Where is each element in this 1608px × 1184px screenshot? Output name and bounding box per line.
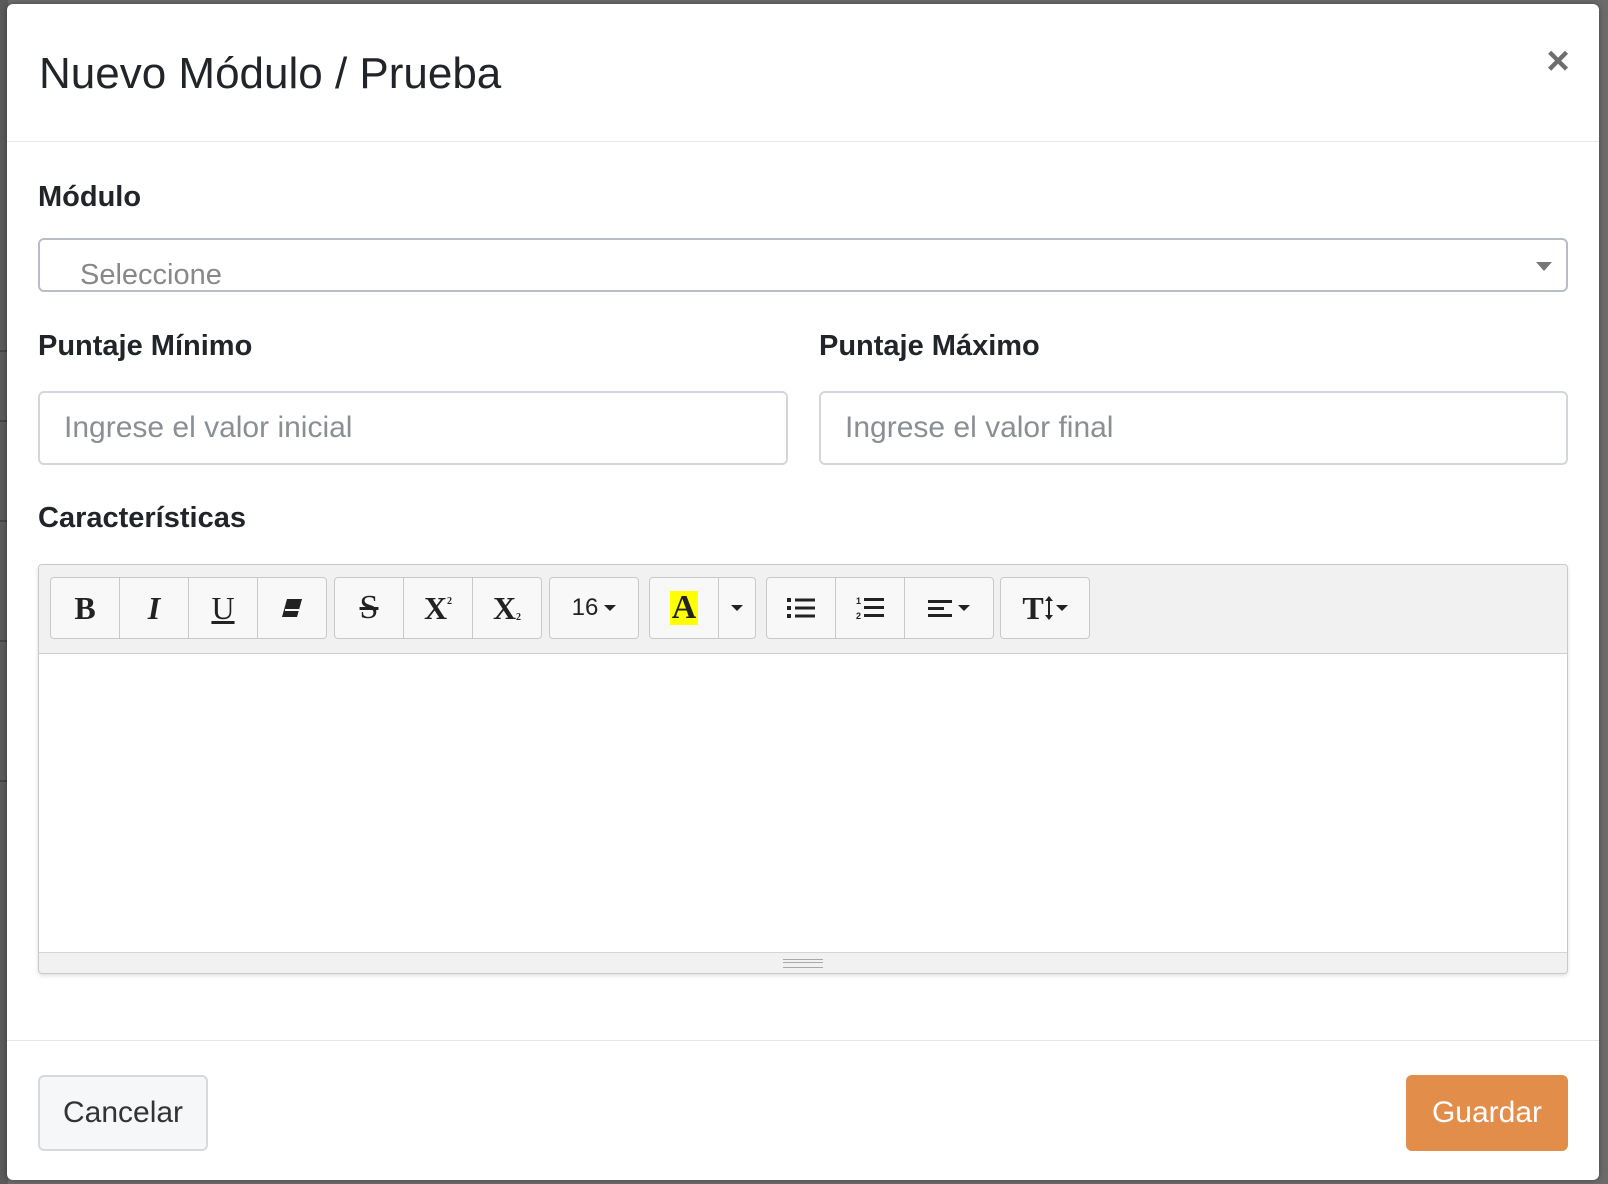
italic-button[interactable]: I <box>119 577 189 639</box>
min-score-label: Puntaje Mínimo <box>38 330 253 362</box>
unordered-list-icon <box>787 598 815 618</box>
subscript-icon: X <box>492 590 517 626</box>
max-score-input[interactable] <box>819 391 1568 465</box>
height-button-group: T <box>1000 577 1090 639</box>
unordered-list-button[interactable] <box>766 577 836 639</box>
new-module-modal: Nuevo Módulo / Prueba × Módulo Seleccion… <box>7 4 1599 1180</box>
module-label: Módulo <box>38 181 142 213</box>
strikethrough-button[interactable]: S <box>334 577 404 639</box>
strikethrough-icon: S <box>359 589 379 626</box>
module-select-placeholder: Seleccione <box>80 259 222 291</box>
superscript-button[interactable]: X2 <box>403 577 473 639</box>
line-height-dropdown-icon: T <box>1022 590 1044 626</box>
grip-icon <box>783 959 823 968</box>
ordered-list-button[interactable]: 1 2 <box>835 577 905 639</box>
close-icon[interactable]: × <box>1541 41 1575 81</box>
chevron-down-icon <box>1536 262 1552 271</box>
font-size-dropdown[interactable]: 16 <box>549 577 639 639</box>
align-dropdown-icon <box>928 600 952 617</box>
underline-icon: U <box>211 590 235 626</box>
subscript-button[interactable]: X2 <box>472 577 542 639</box>
text-color-button[interactable]: A <box>649 577 719 639</box>
underline-button[interactable]: U <box>188 577 258 639</box>
eraser-icon <box>282 599 302 617</box>
min-score-input[interactable] <box>38 391 788 465</box>
color-button-group: A <box>649 577 756 639</box>
color-dropdown-button[interactable] <box>718 577 756 639</box>
color-dropdown-caret-icon <box>731 605 743 611</box>
clear-format-button[interactable] <box>257 577 327 639</box>
bold-icon: B <box>74 590 96 626</box>
modal-title: Nuevo Módulo / Prueba <box>39 49 502 98</box>
features-label: Características <box>38 502 246 534</box>
chevron-down-icon <box>958 605 970 611</box>
editor-toolbar: B I U S X 2 X 2 16 A 1 2 T <box>39 565 1567 654</box>
modal-header: Nuevo Módulo / Prueba × <box>7 4 1599 142</box>
italic-icon: I <box>147 590 161 626</box>
save-button[interactable]: Guardar <box>1406 1075 1568 1151</box>
superscript-icon: X <box>423 590 448 626</box>
font-size-group: 16 <box>549 577 639 639</box>
superscript-marker: 2 <box>447 595 453 607</box>
ordered-list-icon: 1 2 <box>856 596 884 620</box>
editor-content-area[interactable] <box>39 654 1567 954</box>
svg-text:2: 2 <box>856 611 861 620</box>
font-size-value: 16 <box>571 594 599 621</box>
module-select[interactable]: Seleccione <box>38 238 1568 292</box>
chevron-down-icon <box>604 605 617 611</box>
bold-button[interactable]: B <box>50 577 120 639</box>
align-dropdown[interactable] <box>904 577 994 639</box>
line-height-dropdown[interactable]: T <box>1000 577 1090 639</box>
modal-footer: Cancelar Guardar <box>7 1040 1599 1180</box>
vertical-arrows-icon <box>1044 596 1053 620</box>
paragraph-button-group: 1 2 <box>766 577 994 639</box>
chevron-down-icon <box>1055 605 1068 611</box>
editor-resize-handle[interactable] <box>39 952 1567 973</box>
rich-text-editor: B I U S X 2 X 2 16 A 1 2 T <box>38 564 1568 974</box>
script-button-group: S X2 X2 <box>334 577 542 639</box>
text-color-icon: A <box>669 589 699 626</box>
subscript-marker: 2 <box>516 611 522 623</box>
cancel-button[interactable]: Cancelar <box>38 1075 208 1151</box>
style-button-group: B I U <box>50 577 327 639</box>
svg-text:1: 1 <box>856 596 861 606</box>
max-score-label: Puntaje Máximo <box>819 330 1040 362</box>
